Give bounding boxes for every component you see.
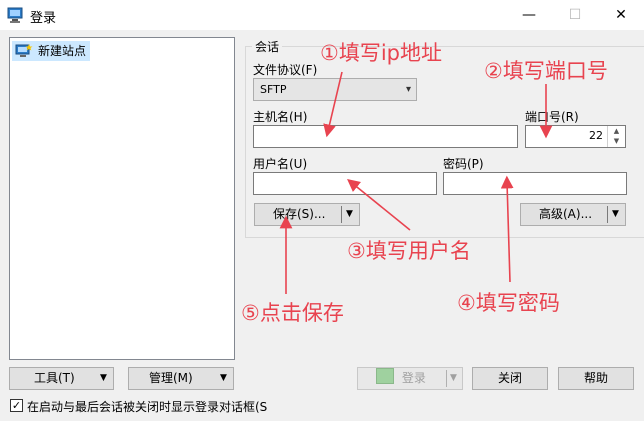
close-window-button[interactable]: ✕ (598, 0, 644, 30)
port-value: 22 (589, 129, 603, 142)
tree-item-new-site[interactable]: 新建站点 (12, 41, 91, 61)
tools-button[interactable]: 工具(T) ▼ (9, 367, 114, 390)
app-icon (7, 6, 25, 24)
help-button[interactable]: 帮助 (558, 367, 634, 390)
port-label: 端口号(R) (525, 110, 579, 124)
site-tree[interactable]: 新建站点 (9, 37, 235, 360)
dropdown-arrow-icon: ▼ (100, 373, 107, 383)
annotation-password: ④填写密码 (457, 291, 560, 315)
show-dialog-label: 在启动与最后会话被关闭时显示登录对话框(S (27, 400, 268, 414)
protocol-label: 文件协议(F) (253, 63, 318, 77)
dropdown-arrow-icon[interactable]: ▼ (612, 204, 619, 225)
annotation-host: ①填写ip地址 (320, 41, 442, 65)
chevron-down-icon: ▾ (405, 84, 411, 95)
login-button-label: 登录 (401, 371, 426, 385)
host-label: 主机名(H) (253, 110, 308, 124)
protocol-value: SFTP (260, 83, 287, 96)
new-site-icon (15, 43, 33, 59)
host-input[interactable] (253, 125, 518, 148)
tools-button-label: 工具(T) (34, 371, 75, 385)
show-dialog-checkbox[interactable]: ✓ (10, 399, 23, 412)
annotation-port: ②填写端口号 (484, 59, 608, 83)
dropdown-arrow-icon: ▼ (220, 373, 227, 383)
login-button[interactable]: 登录 ▼ (357, 367, 463, 390)
annotation-user: ③填写用户名 (347, 239, 471, 263)
protocol-select[interactable]: SFTP ▾ (253, 78, 417, 101)
advanced-button-label: 高级(A)... (539, 207, 593, 221)
window-title: 登录 (30, 11, 57, 26)
dropdown-arrow-icon[interactable]: ▼ (346, 204, 353, 225)
spin-buttons[interactable]: ▲ ▼ (607, 126, 625, 147)
split-divider (341, 206, 342, 223)
annotation-save: ⑤点击保存 (241, 301, 344, 325)
login-icon (376, 368, 394, 384)
password-input[interactable] (443, 172, 627, 195)
save-button-label: 保存(S)... (273, 207, 326, 221)
minimize-button[interactable]: — (506, 0, 552, 30)
tree-item-label: 新建站点 (38, 44, 87, 58)
close-button[interactable]: 关闭 (472, 367, 548, 390)
password-label: 密码(P) (443, 157, 484, 171)
save-button[interactable]: 保存(S)... ▼ (254, 203, 360, 226)
dropdown-arrow-icon[interactable]: ▼ (450, 368, 457, 389)
manage-button-label: 管理(M) (149, 371, 193, 385)
maximize-button[interactable]: ☐ (552, 0, 598, 30)
username-input[interactable] (253, 172, 437, 195)
username-label: 用户名(U) (253, 157, 308, 171)
port-stepper[interactable]: 22 ▲ ▼ (525, 125, 626, 148)
split-divider (607, 206, 608, 223)
advanced-button[interactable]: 高级(A)... ▼ (520, 203, 626, 226)
manage-button[interactable]: 管理(M) ▼ (128, 367, 234, 390)
session-group-label: 会话 (252, 38, 283, 55)
split-divider (446, 370, 447, 387)
